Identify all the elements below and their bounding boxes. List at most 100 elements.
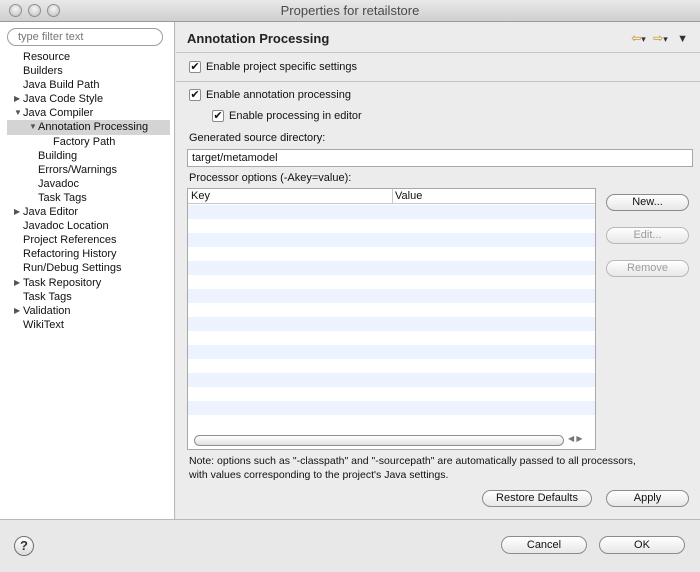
tree-item-label: Java Code Style (23, 93, 104, 106)
ok-button[interactable]: OK (599, 536, 685, 554)
tree-item[interactable]: Builders (0, 64, 175, 78)
processor-options-label: Processor options (-Akey=value): (189, 172, 352, 184)
help-icon[interactable]: ? (14, 536, 34, 556)
table-row[interactable] (188, 345, 595, 359)
back-arrow-icon[interactable]: ⇦ (631, 31, 641, 45)
tree-item[interactable]: Javadoc (0, 177, 175, 191)
preferences-tree-panel: ResourceBuildersJava Build Path▶Java Cod… (0, 22, 175, 519)
tree-item-label: Java Editor (23, 206, 79, 219)
processor-options-table[interactable]: Key Value ◀ ▶ (187, 188, 596, 450)
scroll-left-icon[interactable]: ◀ (568, 434, 574, 443)
tree-item[interactable]: Run/Debug Settings (0, 261, 175, 275)
property-page: Annotation Processing ⇦▾ ⇨▾ ▼ ✔ Enable p… (176, 22, 700, 519)
options-note: Note: options such as "-classpath" and "… (189, 454, 694, 482)
tree-item-label: WikiText (23, 318, 64, 331)
table-row[interactable] (188, 401, 595, 415)
tree-item[interactable]: Task Tags (0, 191, 175, 205)
tree-item[interactable]: Building (0, 149, 175, 163)
tree-item[interactable]: Project References (0, 233, 175, 247)
tree-item-label: Javadoc Location (23, 220, 109, 233)
view-menu-icon[interactable]: ▼ (677, 33, 688, 45)
tree-item[interactable]: ▶ Task Repository (0, 276, 175, 290)
generated-source-dir-field[interactable]: target/metamodel (187, 149, 693, 167)
cancel-button[interactable]: Cancel (501, 536, 587, 554)
window-title: Properties for retailstore (280, 3, 420, 18)
tree-item-label: Task Repository (23, 276, 102, 289)
back-dropdown-icon[interactable]: ▾ (641, 34, 646, 44)
table-row[interactable] (188, 205, 595, 219)
tree-item-label: Javadoc (38, 177, 79, 190)
tree-item[interactable]: Javadoc Location (0, 219, 175, 233)
remove-button[interactable]: Remove (606, 260, 689, 277)
table-row[interactable] (188, 289, 595, 303)
table-row[interactable] (188, 233, 595, 247)
table-row[interactable] (188, 261, 595, 275)
tree-item-label: Java Build Path (23, 79, 100, 92)
filter-input[interactable] (7, 28, 163, 46)
tree-item[interactable]: ▼ Java Compiler (0, 106, 175, 120)
tree-item-label: Task Tags (38, 191, 87, 204)
tree-item[interactable]: ▶ Java Editor (0, 205, 175, 219)
enable-annotation-processing-label: Enable annotation processing (206, 89, 351, 101)
horizontal-scrollbar[interactable] (194, 435, 564, 446)
collapsed-triangle-icon[interactable]: ▶ (14, 276, 20, 290)
tree-item[interactable]: Refactoring History (0, 247, 175, 261)
enable-annotation-processing-row[interactable]: ✔ Enable annotation processing (189, 89, 351, 101)
title-separator (176, 52, 700, 53)
edit-button[interactable]: Edit... (606, 227, 689, 244)
tree-item[interactable]: ▶ Validation (0, 304, 175, 318)
enable-annotation-processing-checkbox[interactable]: ✔ (189, 89, 201, 101)
tree-item-label: Errors/Warnings (38, 163, 118, 176)
tree-item-label: Project References (23, 234, 117, 247)
restore-defaults-button[interactable]: Restore Defaults (482, 490, 592, 507)
enable-processing-in-editor-label: Enable processing in editor (229, 110, 362, 122)
tree-item-label: Task Tags (23, 290, 72, 303)
page-navigation: ⇦▾ ⇨▾ ▼ (631, 31, 688, 45)
collapsed-triangle-icon[interactable]: ▶ (14, 92, 20, 106)
enable-project-specific-checkbox[interactable]: ✔ (189, 61, 201, 73)
enable-processing-in-editor-checkbox[interactable]: ✔ (212, 110, 224, 122)
tree-item[interactable]: Errors/Warnings (0, 163, 175, 177)
scroll-arrows[interactable]: ◀ ▶ (568, 434, 583, 443)
tree-item-label: Factory Path (53, 135, 116, 148)
forward-dropdown-icon[interactable]: ▾ (663, 34, 668, 44)
table-row[interactable] (188, 373, 595, 387)
tree-item[interactable]: ▼ Annotation Processing (7, 120, 170, 135)
table-row[interactable] (188, 317, 595, 331)
tree-item-label: Resource (23, 51, 71, 63)
tree-item[interactable]: WikiText (0, 318, 175, 332)
tree-item[interactable]: Java Build Path (0, 78, 175, 92)
section-separator (176, 81, 700, 82)
title-bar: Properties for retailstore (0, 0, 700, 22)
collapsed-triangle-icon[interactable]: ▶ (14, 205, 20, 219)
column-header-value[interactable]: Value (395, 190, 422, 202)
tree-item[interactable]: Resource (0, 50, 175, 64)
dialog-button-bar: ? Cancel OK (0, 519, 700, 572)
column-header-key[interactable]: Key (191, 190, 210, 202)
enable-project-specific-row[interactable]: ✔ Enable project specific settings (189, 61, 357, 73)
collapsed-triangle-icon[interactable]: ▶ (14, 304, 20, 318)
note-line-1: Note: options such as "-classpath" and "… (189, 455, 636, 467)
enable-processing-in-editor-row[interactable]: ✔ Enable processing in editor (212, 110, 362, 122)
tree-item-label: Builders (23, 65, 63, 78)
tree-item-label: Building (38, 149, 78, 162)
tree-item-label: Validation (23, 304, 71, 317)
new-button[interactable]: New... (606, 194, 689, 211)
tree-item-label: Annotation Processing (38, 121, 149, 134)
page-title: Annotation Processing (187, 31, 330, 46)
tree-item-label: Refactoring History (23, 248, 117, 261)
tree-item[interactable]: ▶ Java Code Style (0, 92, 175, 106)
enable-project-specific-label: Enable project specific settings (206, 61, 358, 73)
tree-item[interactable]: Task Tags (0, 290, 175, 304)
tree-item-label: Run/Debug Settings (23, 262, 122, 275)
apply-button[interactable]: Apply (606, 490, 689, 507)
tree-item-label: Java Compiler (23, 107, 94, 120)
expanded-triangle-icon[interactable]: ▼ (14, 106, 22, 120)
tree-item[interactable]: Factory Path (0, 135, 175, 149)
generated-source-dir-label: Generated source directory: (189, 132, 326, 144)
expanded-triangle-icon[interactable]: ▼ (29, 120, 37, 134)
forward-arrow-icon[interactable]: ⇨ (653, 31, 663, 45)
category-tree: Resource Builders Java Build Path ▶ Java Cod… (0, 50, 175, 332)
scroll-right-icon[interactable]: ▶ (576, 434, 582, 443)
note-line-2: with values corresponding to the project… (189, 469, 449, 481)
